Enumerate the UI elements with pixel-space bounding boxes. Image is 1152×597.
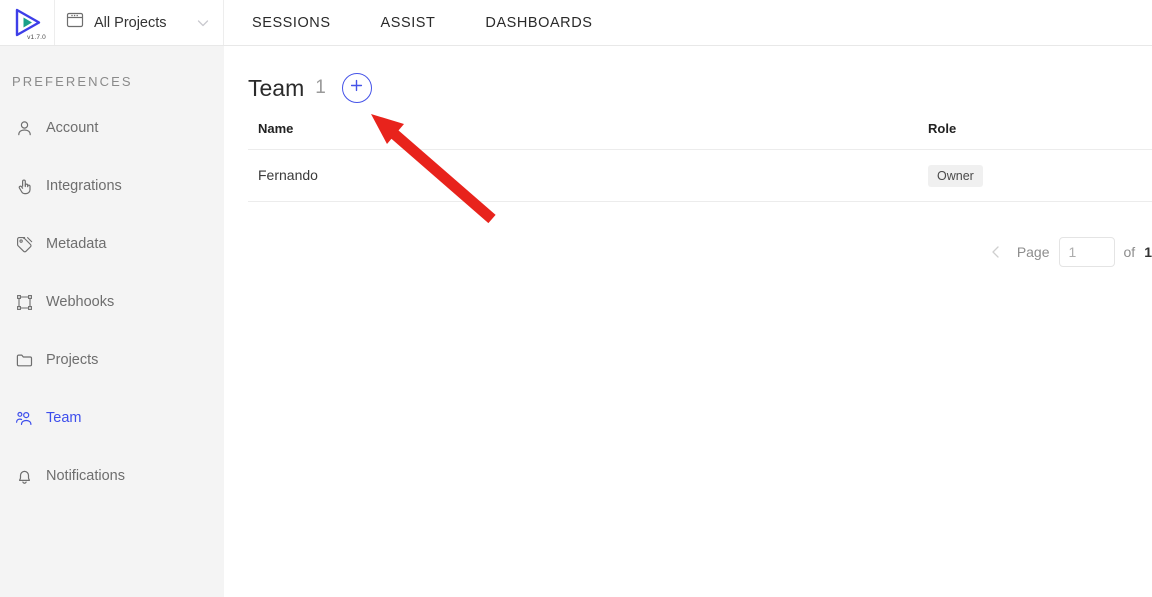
tab-dashboards[interactable]: DASHBOARDS [485, 0, 592, 45]
user-icon [14, 118, 34, 138]
app-logo[interactable]: v1.7.0 [0, 0, 55, 45]
tab-assist[interactable]: ASSIST [381, 0, 436, 45]
plus-icon [349, 78, 364, 98]
team-table: Name Role Fernando Owner [248, 108, 1152, 202]
sidebar-item-label: Notifications [46, 468, 125, 484]
project-selector-label: All Projects [94, 14, 167, 31]
tag-icon [14, 234, 34, 254]
sidebar-item-projects[interactable]: Projects [0, 343, 224, 377]
page-title: Team [248, 74, 305, 101]
pagination-total-pages: 1 [1144, 244, 1152, 260]
people-icon [14, 408, 34, 428]
sidebar-item-label: Account [46, 120, 99, 136]
table-row[interactable]: Fernando Owner [248, 150, 1152, 202]
sidebar-item-label: Webhooks [46, 294, 115, 310]
sidebar-item-webhooks[interactable]: Webhooks [0, 285, 224, 319]
pagination-page-label: Page [1016, 244, 1050, 260]
tab-sessions[interactable]: SESSIONS [252, 0, 331, 45]
column-header-role: Role [928, 121, 957, 136]
sidebar-item-label: Projects [46, 352, 99, 368]
page-number-input[interactable] [1058, 237, 1115, 267]
sidebar-item-notifications[interactable]: Notifications [0, 459, 224, 493]
page-header: Team 1 [248, 46, 1152, 108]
sidebar: PREFERENCES Account Integrations Metadat… [0, 46, 224, 597]
pointing-hand-icon [14, 176, 34, 196]
sidebar-item-label: Team [46, 410, 82, 426]
status-badge: Owner [928, 164, 983, 187]
app-version-label: v1.7.0 [27, 33, 46, 41]
add-team-member-button[interactable] [341, 73, 372, 103]
sidebar-item-account[interactable]: Account [0, 111, 224, 145]
sidebar-item-label: Metadata [46, 236, 107, 252]
sidebar-item-metadata[interactable]: Metadata [0, 227, 224, 261]
chevron-down-icon [195, 15, 211, 31]
main-content: Team 1 Name Role Fernando Owner Page 1 o… [224, 46, 1152, 597]
project-selector[interactable]: All Projects [55, 0, 224, 45]
sidebar-item-label: Integrations [46, 178, 122, 194]
sidebar-item-team[interactable]: Team [0, 401, 224, 435]
sidebar-section-title: PREFERENCES [12, 74, 133, 89]
pagination: Page of 1 [248, 232, 1152, 272]
webhook-node-icon [14, 292, 34, 312]
cell-member-name: Fernando [258, 166, 318, 183]
column-header-name: Name [258, 121, 294, 136]
window-projects-icon [66, 11, 84, 34]
play-triangle-logo-icon: v1.7.0 [10, 6, 46, 41]
app-root: v1.7.0 All Projects SESSIONS ASSIST DASH… [0, 0, 1152, 597]
pagination-of-label: of [1123, 244, 1136, 260]
bell-icon [14, 466, 34, 486]
main-tabs: SESSIONS ASSIST DASHBOARDS [224, 0, 592, 45]
table-header-row: Name Role [248, 108, 1152, 150]
top-navigation-bar: v1.7.0 All Projects SESSIONS ASSIST DASH… [0, 0, 1152, 46]
sidebar-item-integrations[interactable]: Integrations [0, 169, 224, 203]
folder-icon [14, 350, 34, 370]
team-member-count: 1 [315, 77, 326, 98]
chevron-left-icon[interactable] [984, 242, 1008, 262]
